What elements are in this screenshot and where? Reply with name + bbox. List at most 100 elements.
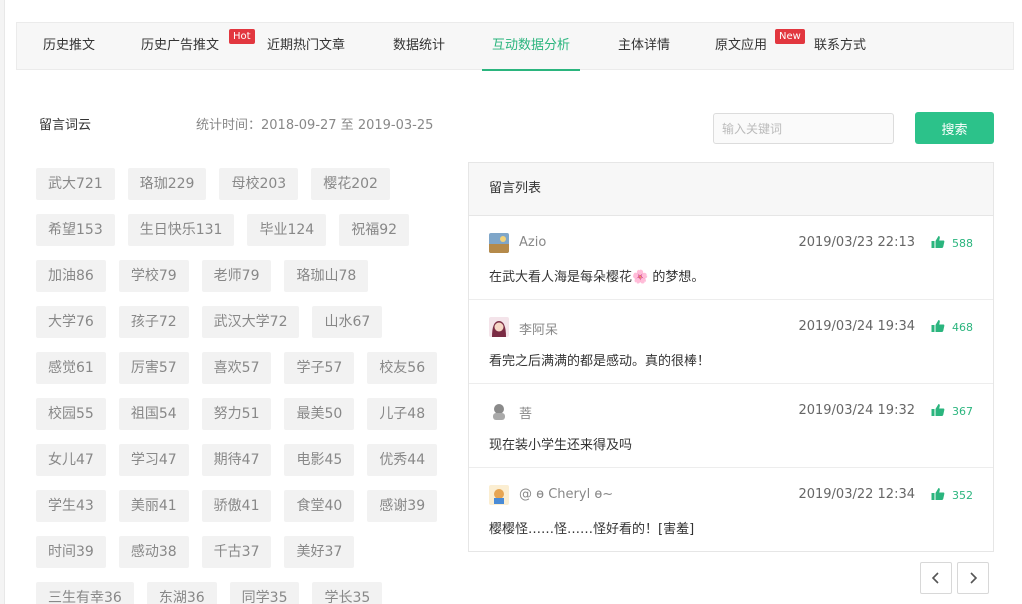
word-tag[interactable]: 山水67 [312,306,383,338]
tab-entity-details[interactable]: 主体详情 [618,23,670,70]
comment-username: @ ɵ Cheryl ɵ~ [519,487,614,502]
like-count: 367 [952,405,973,418]
word-tag[interactable]: 学子57 [284,352,355,384]
word-cloud-row: 加油86 学校79 老师79 珞珈山78 [36,260,446,292]
word-tag[interactable]: 加油86 [36,260,106,292]
keyword-search-input[interactable] [713,113,894,144]
comment-text: 现在装小学生还来得及吗 [489,438,633,453]
word-cloud-row: 学生43 美丽41 骄傲41 食堂40 感谢39 [36,490,446,522]
tab-recent-hot-articles[interactable]: 近期热门文章 [267,23,345,70]
word-tag[interactable]: 珞珈229 [127,168,207,200]
word-tag[interactable]: 校友56 [367,352,438,384]
word-tag[interactable]: 优秀44 [367,444,438,476]
word-tag[interactable]: 厉害57 [118,352,189,384]
like-count: 588 [952,237,973,250]
comment-list-header: 留言列表 [469,163,993,216]
word-tag[interactable]: 樱花202 [311,168,390,200]
word-tag[interactable]: 千古37 [201,536,272,568]
thumbs-up-icon[interactable] [931,487,945,501]
word-tag[interactable]: 祖国54 [118,398,189,430]
comment-text: 樱樱怪……怪……怪好看的！[害羞] [489,522,695,537]
comment-item: @ ɵ Cheryl ɵ~ 2019/03/22 12:34 352 樱樱怪……怪……… [469,468,993,552]
word-tag[interactable]: 三生有幸36 [36,582,134,604]
new-badge: New [775,29,805,44]
word-tag[interactable]: 孩子72 [118,306,189,338]
main-card: 历史推文 历史广告推文 Hot 近期热门文章 数据统计 互动数据分析 主体详情 … [4,0,1022,604]
tab-data-statistics[interactable]: 数据统计 [393,23,445,70]
word-cloud-row: 武大721 珞珈229 母校203 樱花202 [36,168,446,200]
avatar [489,401,509,421]
word-tag[interactable]: 同学35 [229,582,300,604]
tab-interaction-analysis[interactable]: 互动数据分析 [481,23,581,71]
word-tag[interactable]: 学长35 [312,582,383,604]
comment-username: 菩 [519,407,533,422]
word-tag[interactable]: 期待47 [201,444,272,476]
tab-label: 联系方式 [814,38,867,53]
word-tag[interactable]: 喜欢57 [201,352,272,384]
word-tag[interactable]: 感谢39 [367,490,438,522]
word-tag[interactable]: 女儿47 [36,444,106,476]
tab-history-posts[interactable]: 历史推文 [43,23,95,70]
word-cloud-row: 女儿47 学习47 期待47 电影45 优秀44 [36,444,446,476]
word-tag[interactable]: 食堂40 [284,490,355,522]
comment-text: 在武大看人海是每朵樱花🌸 的梦想。 [489,270,705,285]
tab-contact[interactable]: 联系方式 [814,23,866,70]
like-count: 468 [952,321,973,334]
comment-time: 2019/03/22 12:34 [798,487,915,502]
word-tag[interactable]: 骄傲41 [201,490,272,522]
avatar [489,485,509,505]
word-tag[interactable]: 毕业124 [247,214,327,246]
word-cloud-row: 时间39 感动38 千古37 美好37 [36,536,446,568]
comment-time: 2019/03/23 22:13 [798,235,915,250]
tab-history-ad-posts[interactable]: 历史广告推文 [141,23,219,70]
comment-item: 菩 2019/03/24 19:32 367 现在装小学生还来得及吗 [469,384,993,468]
word-tag[interactable]: 学习47 [118,444,189,476]
tab-label: 历史广告推文 [141,38,220,53]
word-tag[interactable]: 时间39 [36,536,106,568]
word-cloud: 武大721 珞珈229 母校203 樱花202 希望153 生日快乐131 毕业124 祝福9… [36,168,446,604]
word-tag[interactable]: 武汉大学72 [201,306,300,338]
word-tag[interactable]: 东湖36 [146,582,217,604]
search-button[interactable]: 搜索 [915,112,994,144]
comment-time: 2019/03/24 19:32 [798,403,915,418]
comment-item: Azio 2019/03/23 22:13 588 在武大看人海是每朵樱花🌸 的梦想。 [469,216,993,300]
word-tag[interactable]: 校园55 [36,398,106,430]
word-cloud-title: 留言词云 [39,118,92,133]
tab-label: 互动数据分析 [492,38,571,53]
thumbs-up-icon[interactable] [931,403,945,417]
word-tag[interactable]: 生日快乐131 [127,214,235,246]
avatar [489,317,509,337]
tab-label: 近期热门文章 [267,38,346,53]
word-tag[interactable]: 电影45 [284,444,355,476]
tab-original-app[interactable]: 原文应用 [715,23,767,70]
word-tag[interactable]: 希望153 [36,214,115,246]
word-tag[interactable]: 祝福92 [339,214,410,246]
stat-time-range: 统计时间：2018-09-27 至 2019-03-25 [196,118,434,133]
word-tag[interactable]: 学校79 [118,260,189,292]
word-tag[interactable]: 感觉61 [36,352,106,384]
word-tag[interactable]: 武大721 [36,168,115,200]
comment-username: Azio [519,235,547,250]
word-tag[interactable]: 努力51 [201,398,272,430]
word-tag[interactable]: 学生43 [36,490,106,522]
chevron-right-icon [970,572,978,584]
word-tag[interactable]: 珞珈山78 [284,260,369,292]
word-tag[interactable]: 感动38 [118,536,189,568]
word-cloud-row: 大学76 孩子72 武汉大学72 山水67 [36,306,446,338]
tab-label: 主体详情 [618,38,671,53]
word-tag[interactable]: 美好37 [284,536,355,568]
word-tag[interactable]: 儿子48 [367,398,438,430]
word-tag[interactable]: 最美50 [284,398,355,430]
word-tag[interactable]: 美丽41 [118,490,189,522]
like-count: 352 [952,489,973,502]
word-tag[interactable]: 大学76 [36,306,106,338]
word-tag[interactable]: 老师79 [201,260,272,292]
next-page-button[interactable] [957,562,989,594]
thumbs-up-icon[interactable] [931,235,945,249]
word-tag[interactable]: 母校203 [219,168,299,200]
prev-page-button[interactable] [920,562,952,594]
tab-label: 历史推文 [43,38,96,53]
word-cloud-row: 校园55 祖国54 努力51 最美50 儿子48 [36,398,446,430]
thumbs-up-icon[interactable] [931,319,945,333]
tab-bar: 历史推文 历史广告推文 Hot 近期热门文章 数据统计 互动数据分析 主体详情 … [16,22,1014,71]
